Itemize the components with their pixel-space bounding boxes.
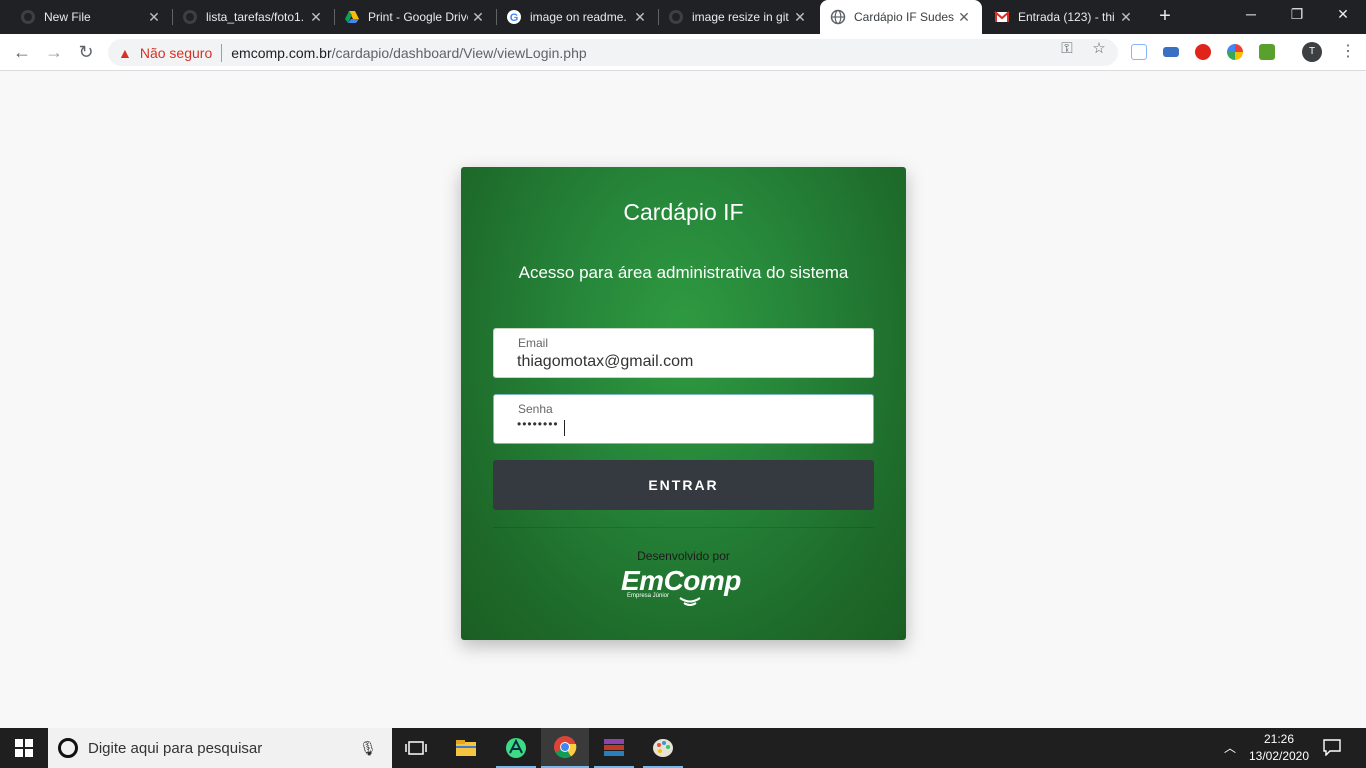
- close-icon[interactable]: ✕: [630, 9, 650, 26]
- new-tab-button[interactable]: +: [1153, 5, 1177, 29]
- more-menu-icon[interactable]: ⋮: [1340, 40, 1356, 64]
- cortana-icon: [58, 738, 78, 758]
- address-bar[interactable]: ▲ Não seguro emcomp.com.br/cardapio/dash…: [108, 39, 1118, 66]
- notification-icon: [1323, 739, 1341, 757]
- close-window-button[interactable]: ✕: [1320, 0, 1366, 30]
- chrome-icon: [554, 736, 577, 759]
- android-studio-icon: [506, 738, 526, 758]
- tab-gmail[interactable]: Entrada (123) - thi ✕: [984, 0, 1144, 34]
- login-card: Cardápio IF Acesso para área administrat…: [461, 167, 906, 640]
- close-icon[interactable]: ✕: [468, 9, 488, 26]
- password-input[interactable]: ••••••••: [517, 417, 857, 439]
- github-icon: [668, 9, 684, 25]
- microphone-icon[interactable]: 🎙: [358, 740, 378, 757]
- card-divider: [493, 527, 874, 528]
- email-field[interactable]: Email: [493, 328, 874, 378]
- tab-new-file[interactable]: New File ✕: [0, 0, 172, 34]
- close-icon[interactable]: ✕: [790, 9, 810, 26]
- browser-tab-strip: New File ✕ lista_tarefas/foto1. ✕ Print …: [0, 0, 1366, 34]
- warning-icon[interactable]: ▲: [118, 45, 132, 61]
- forward-button[interactable]: →: [42, 40, 66, 64]
- windows-logo-icon: [15, 739, 33, 757]
- google-icon: G: [506, 9, 522, 25]
- github-icon: [182, 9, 198, 25]
- task-view-icon: [405, 741, 427, 755]
- chevron-up-icon[interactable]: ︿: [1222, 738, 1238, 758]
- taskbar-paint[interactable]: [639, 728, 687, 768]
- back-button[interactable]: ←: [10, 40, 34, 64]
- notification-center-button[interactable]: [1322, 738, 1344, 758]
- tab-title: Print - Google Drive: [368, 10, 468, 24]
- tab-title: image on readme.: [530, 10, 627, 24]
- green-extension-icon[interactable]: [1259, 44, 1275, 60]
- tab-lista-tarefas[interactable]: lista_tarefas/foto1. ✕: [172, 0, 334, 34]
- tab-title: Entrada (123) - thi: [1018, 10, 1115, 24]
- docs-extension-icon[interactable]: [1131, 44, 1147, 60]
- close-icon[interactable]: ✕: [144, 9, 164, 26]
- login-button[interactable]: ENTRAR: [493, 460, 874, 510]
- clock-date: 13/02/2020: [1248, 749, 1310, 763]
- tab-title: image resize in git: [692, 10, 789, 24]
- taskbar-file-explorer[interactable]: [442, 728, 490, 768]
- close-icon[interactable]: ✕: [306, 9, 326, 26]
- github-icon: [20, 9, 36, 25]
- clock-time: 21:26: [1263, 732, 1295, 746]
- emcomp-logo: EmComp Empresa Júnior: [621, 565, 747, 611]
- url-host: emcomp.com.br: [231, 44, 332, 61]
- windows-taskbar: Digite aqui para pesquisar 🎙 ︿ 21:26 13/…: [0, 728, 1366, 768]
- adblock-extension-icon[interactable]: [1195, 44, 1211, 60]
- tab-title: New File: [44, 10, 91, 24]
- folder-icon: [456, 740, 476, 756]
- taskbar-chrome[interactable]: [541, 728, 589, 768]
- tab-image-on-readme[interactable]: G image on readme. ✕: [496, 0, 658, 34]
- page-subtitle: Acesso para área administrativa do siste…: [518, 263, 849, 282]
- logo-subtext: Empresa Júnior: [627, 593, 670, 599]
- tab-title: Cardápio IF Sudest: [854, 10, 954, 24]
- browser-toolbar: ← → ↻ ▲ Não seguro emcomp.com.br/cardapi…: [0, 34, 1366, 71]
- minimize-button[interactable]: ─: [1228, 0, 1274, 30]
- page-title: Cardápio IF: [623, 199, 744, 225]
- profile-avatar[interactable]: T: [1302, 42, 1322, 62]
- password-field[interactable]: Senha ••••••••: [493, 394, 874, 444]
- developed-by-text: Desenvolvido por: [637, 549, 730, 563]
- search-placeholder: Digite aqui para pesquisar: [88, 739, 263, 757]
- url-path: /cardapio/dashboard/View/viewLogin.php: [331, 44, 587, 61]
- security-status[interactable]: Não seguro: [140, 45, 212, 61]
- zip-extension-icon[interactable]: [1163, 47, 1179, 57]
- email-input[interactable]: [517, 351, 857, 373]
- restore-button[interactable]: ❐: [1274, 0, 1320, 30]
- star-icon[interactable]: ☆: [1090, 40, 1108, 58]
- google-drive-icon: [344, 9, 360, 25]
- globe-icon: [830, 9, 846, 25]
- tab-cardapio-active[interactable]: Cardápio IF Sudest ✕: [820, 0, 982, 34]
- omnibox-divider: [221, 43, 223, 62]
- close-icon[interactable]: ✕: [1116, 9, 1136, 26]
- email-label: Email: [518, 336, 549, 350]
- password-label: Senha: [518, 402, 553, 416]
- colorpicker-extension-icon[interactable]: [1227, 44, 1243, 60]
- text-caret: [564, 420, 565, 436]
- tab-title: lista_tarefas/foto1.: [206, 10, 305, 24]
- winrar-icon: [604, 739, 624, 756]
- taskbar-clock[interactable]: 21:26 13/02/2020: [1248, 731, 1310, 765]
- svg-text:G: G: [510, 12, 519, 24]
- start-button[interactable]: [0, 728, 48, 768]
- taskbar-android-studio[interactable]: [492, 728, 540, 768]
- key-icon[interactable]: ⚿: [1058, 40, 1076, 58]
- gmail-icon: [994, 9, 1010, 25]
- reload-button[interactable]: ↻: [74, 40, 98, 64]
- tab-google-drive[interactable]: Print - Google Drive ✕: [334, 0, 496, 34]
- close-icon[interactable]: ✕: [954, 9, 974, 26]
- tab-image-resize[interactable]: image resize in git ✕: [658, 0, 818, 34]
- paint-palette-icon: [653, 739, 673, 757]
- taskbar-winrar[interactable]: [590, 728, 638, 768]
- taskbar-search[interactable]: Digite aqui para pesquisar 🎙: [48, 728, 392, 768]
- task-view-button[interactable]: [392, 728, 440, 768]
- wifi-wave-icon: [679, 597, 701, 606]
